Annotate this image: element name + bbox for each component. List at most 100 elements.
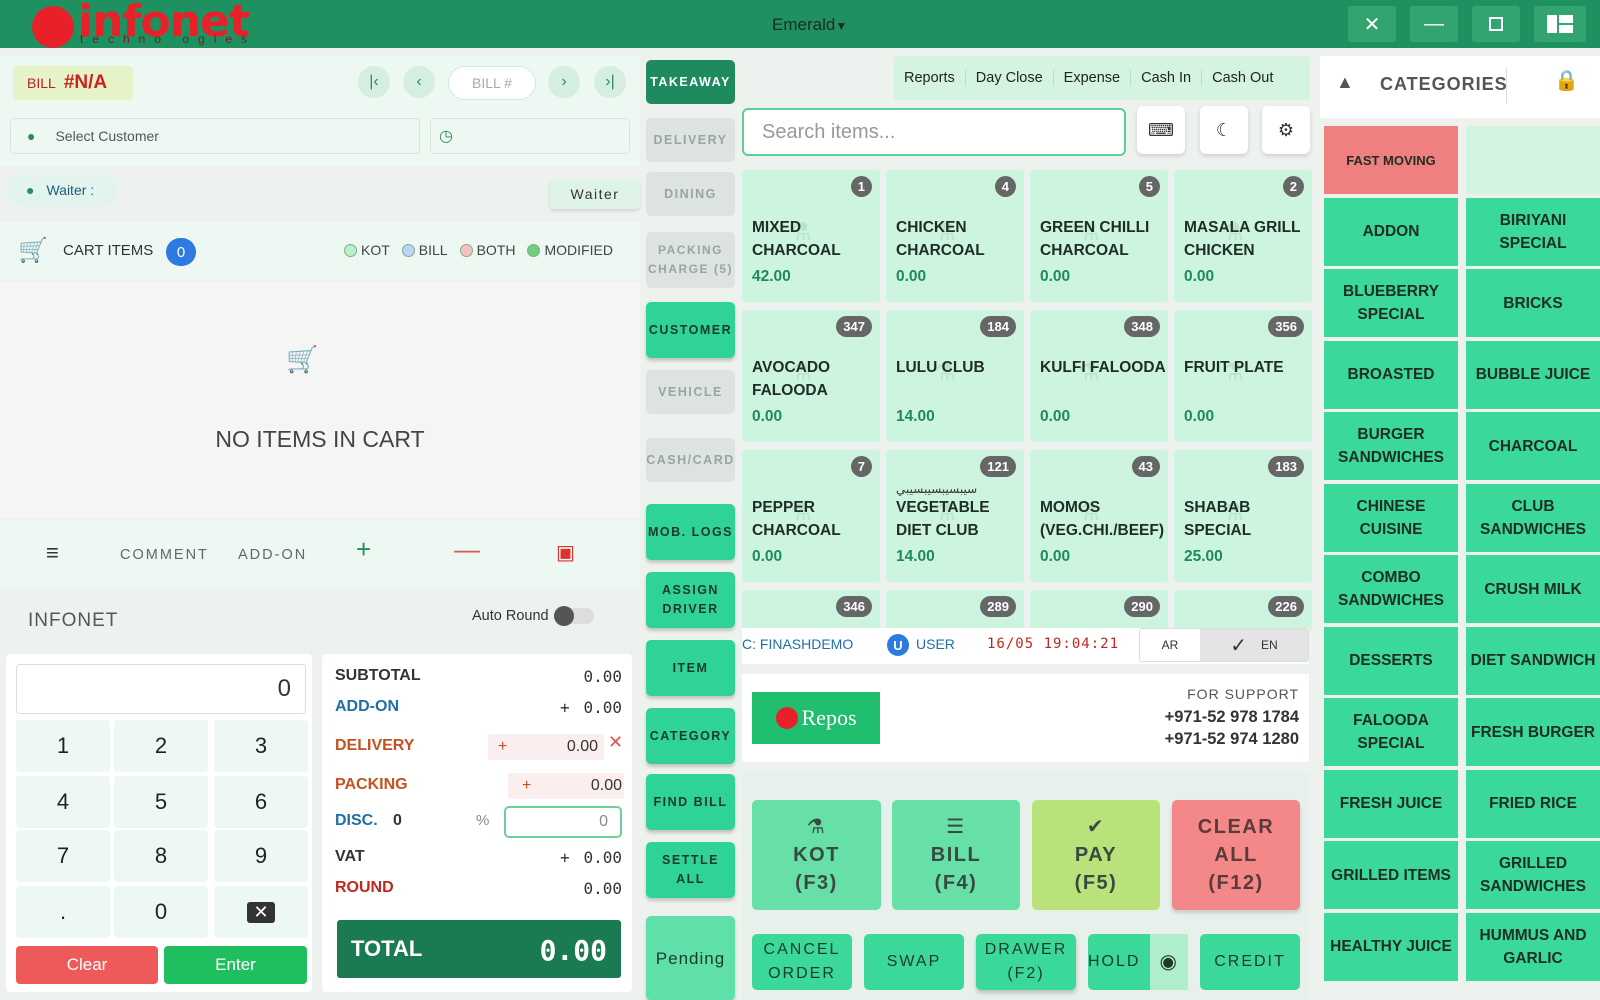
- item-card[interactable]: ⚗ 348 KULFI FALOODA 0.00: [1030, 310, 1168, 442]
- item-card[interactable]: ⚗ 1 MIXED CHARCOAL 42.00: [742, 170, 880, 302]
- drawer-button[interactable]: DRAWER (F2): [976, 934, 1076, 990]
- pay-button[interactable]: ✔ PAY (F5): [1032, 800, 1160, 910]
- nav-cash-out[interactable]: Cash Out: [1201, 70, 1283, 86]
- auto-round-toggle[interactable]: [554, 606, 594, 626]
- category-diet-sandwich[interactable]: DIET SANDWICH: [1466, 626, 1600, 695]
- eye-icon[interactable]: ◉: [1150, 934, 1188, 990]
- waiter-button[interactable]: Waiter: [550, 179, 640, 209]
- category-fresh-juice[interactable]: FRESH JUICE: [1324, 769, 1458, 838]
- mode-packing-charge-5-[interactable]: PACKING CHARGE (5): [646, 232, 735, 288]
- item-card[interactable]: 289: [886, 590, 1024, 630]
- time-field[interactable]: ◷: [430, 118, 630, 154]
- category-biriyani-special[interactable]: BIRIYANI SPECIAL: [1466, 197, 1600, 266]
- trash-icon[interactable]: ▣: [556, 540, 575, 565]
- item-card[interactable]: 226: [1174, 590, 1312, 630]
- nav-reports[interactable]: Reports: [894, 70, 965, 86]
- mode-takeaway[interactable]: TAKEAWAY: [646, 60, 735, 104]
- keypad-key[interactable]: .: [16, 886, 110, 938]
- nav-expense[interactable]: Expense: [1052, 70, 1130, 86]
- clear-button[interactable]: Clear: [16, 946, 158, 984]
- plus-icon[interactable]: +: [356, 534, 371, 565]
- category-empty[interactable]: [1466, 126, 1600, 194]
- item-card[interactable]: ⚗ 183 SHABAB SPECIAL 25.00: [1174, 450, 1312, 582]
- mode-dining[interactable]: DINING: [646, 172, 735, 216]
- minimize-window-button[interactable]: —: [1410, 6, 1458, 42]
- comment-button[interactable]: COMMENT: [120, 547, 209, 563]
- category-desserts[interactable]: DESSERTS: [1324, 626, 1458, 695]
- keypad-key[interactable]: 3: [214, 720, 308, 772]
- search-input[interactable]: Search items...: [742, 108, 1126, 156]
- close-window-button[interactable]: ✕: [1348, 6, 1396, 42]
- settings-button[interactable]: ⚙: [1262, 106, 1310, 154]
- keypad-key[interactable]: 8: [114, 830, 208, 882]
- lock-icon[interactable]: 🔒: [1554, 68, 1579, 93]
- lang-en[interactable]: ✓ EN: [1200, 629, 1308, 661]
- bill-button[interactable]: ☰ BILL (F4): [892, 800, 1020, 910]
- clear-all-button[interactable]: CLEAR ALL (F12): [1172, 800, 1300, 910]
- category-addon[interactable]: ADDON: [1324, 197, 1458, 266]
- kot-button[interactable]: ⚗ KOT (F3): [752, 800, 881, 910]
- category-broasted[interactable]: BROASTED: [1324, 340, 1458, 409]
- category-falooda-special[interactable]: FALOODA SPECIAL: [1324, 698, 1458, 766]
- delivery-input[interactable]: + 0.00: [488, 734, 604, 760]
- category-fast-moving[interactable]: FAST MOVING: [1324, 126, 1458, 194]
- prev-bill-button[interactable]: ‹: [403, 66, 435, 98]
- enter-button[interactable]: Enter: [164, 946, 307, 984]
- workspace-selector[interactable]: Emerald▼: [772, 15, 847, 35]
- category-healthy-juice[interactable]: HEALTHY JUICE: [1324, 912, 1458, 981]
- category-fresh-burger[interactable]: FRESH BURGER: [1466, 698, 1600, 766]
- mode-item[interactable]: ITEM: [646, 640, 735, 696]
- addon-button[interactable]: ADD-ON: [238, 547, 307, 563]
- item-card[interactable]: ⚗ 43 MOMOS (VEG.CHI./BEEF) 0.00: [1030, 450, 1168, 582]
- nav-day-close[interactable]: Day Close: [964, 70, 1053, 86]
- item-card[interactable]: ⚗ 347 AVOCADO FALOODA 0.00: [742, 310, 880, 442]
- maximize-window-button[interactable]: [1472, 6, 1520, 42]
- next-bill-button[interactable]: ›: [548, 66, 580, 98]
- item-card[interactable]: ⚗ 184 LULU CLUB 14.00: [886, 310, 1024, 442]
- item-card[interactable]: ⚗ 4 CHICKEN CHARCOAL 0.00: [886, 170, 1024, 302]
- mode-find-bill[interactable]: FIND BILL: [646, 774, 735, 830]
- swap-button[interactable]: SWAP: [864, 934, 964, 990]
- nav-cash-in[interactable]: Cash In: [1130, 70, 1201, 86]
- keypad-key[interactable]: 2: [114, 720, 208, 772]
- mode-pending[interactable]: Pending: [646, 916, 735, 1000]
- item-card[interactable]: 290: [1030, 590, 1168, 630]
- item-card[interactable]: ⚗ 7 PEPPER CHARCOAL 0.00: [742, 450, 880, 582]
- category-crush-milk[interactable]: CRUSH MILK: [1466, 555, 1600, 623]
- category-combo-sandwiches[interactable]: COMBO SANDWICHES: [1324, 555, 1458, 623]
- customer-select[interactable]: ● Select Customer: [10, 118, 420, 154]
- mode-mob-logs[interactable]: MOB. LOGS: [646, 504, 735, 560]
- backspace-key[interactable]: ✕: [214, 886, 308, 938]
- clear-delivery-icon[interactable]: ✕: [608, 732, 623, 753]
- language-toggle[interactable]: AR ✓ EN: [1139, 628, 1309, 662]
- category-burger-sandwiches[interactable]: BURGER SANDWICHES: [1324, 412, 1458, 480]
- keypad-key[interactable]: 7: [16, 830, 110, 882]
- mode-category[interactable]: CATEGORY: [646, 708, 735, 764]
- mode-customer[interactable]: CUSTOMER: [646, 302, 735, 358]
- keypad-key[interactable]: 9: [214, 830, 308, 882]
- keypad-display[interactable]: 0: [16, 664, 306, 714]
- first-bill-button[interactable]: |‹: [358, 66, 390, 98]
- item-card[interactable]: ⚗ 121 سيبسيبسيبسيبي VEGETABLE DIET CLUB 14.0…: [886, 450, 1024, 582]
- item-card[interactable]: ⚗ 2 MASALA GRILL CHICKEN 0.00: [1174, 170, 1312, 302]
- item-card[interactable]: ⚗ 356 FRUIT PLATE 0.00: [1174, 310, 1312, 442]
- mode-vehicle[interactable]: VEHICLE: [646, 370, 735, 414]
- category-bubble-juice[interactable]: BUBBLE JUICE: [1466, 340, 1600, 409]
- waiter-chip[interactable]: ● Waiter :: [6, 174, 118, 206]
- item-card[interactable]: 346: [742, 590, 880, 630]
- minus-icon[interactable]: —: [454, 534, 480, 565]
- category-hummus-and-garlic[interactable]: HUMMUS AND GARLIC: [1466, 912, 1600, 981]
- category-charcoal[interactable]: CHARCOAL: [1466, 412, 1600, 480]
- last-bill-button[interactable]: ›|: [594, 66, 626, 98]
- keyboard-button[interactable]: ⌨: [1137, 106, 1185, 154]
- keypad-key[interactable]: 6: [214, 776, 308, 828]
- hold-button[interactable]: HOLD ◉: [1088, 934, 1188, 990]
- item-card[interactable]: ⚗ 5 GREEN CHILLI CHARCOAL 0.00: [1030, 170, 1168, 302]
- keypad-key[interactable]: 1: [16, 720, 110, 772]
- credit-button[interactable]: CREDIT: [1200, 934, 1300, 990]
- keypad-key[interactable]: 0: [114, 886, 208, 938]
- discount-input[interactable]: 0: [504, 806, 622, 838]
- theme-toggle-button[interactable]: ☾: [1200, 106, 1248, 154]
- bill-search-input[interactable]: BILL #: [448, 66, 536, 100]
- cancel-order-button[interactable]: CANCEL ORDER: [752, 934, 852, 990]
